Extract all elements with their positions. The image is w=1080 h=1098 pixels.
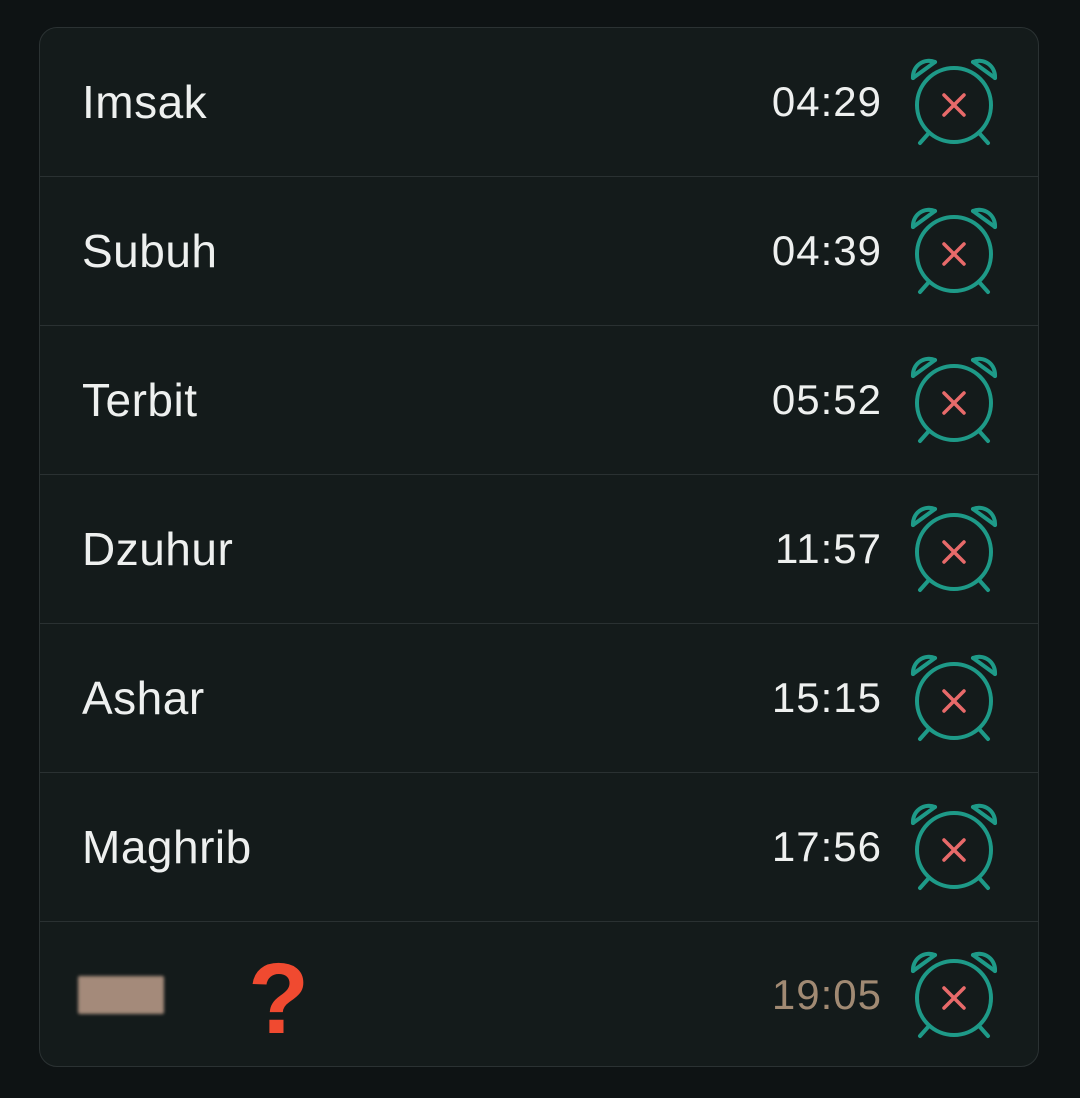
prayer-name: Maghrib xyxy=(82,821,252,873)
prayer-name: Subuh xyxy=(82,225,218,277)
question-mark-annotation: ? xyxy=(248,943,310,1056)
prayer-time: 15:15 xyxy=(771,674,882,721)
alarm-off-icon[interactable] xyxy=(908,354,1000,446)
prayer-row-imsak[interactable]: Imsak 04:29 xyxy=(40,28,1038,177)
alarm-off-icon[interactable] xyxy=(908,205,1000,297)
prayer-row-terbit[interactable]: Terbit 05:52 xyxy=(40,326,1038,475)
prayer-row-maghrib[interactable]: Maghrib 17:56 xyxy=(40,773,1038,922)
alarm-off-icon[interactable] xyxy=(908,503,1000,595)
prayer-time: 05:52 xyxy=(771,376,882,423)
prayer-row-ashar[interactable]: Ashar 15:15 xyxy=(40,624,1038,773)
prayer-time: 04:39 xyxy=(771,227,882,274)
prayer-times-list: Imsak 04:29 Subuh 04:39 Terbit 05:52 Dzu… xyxy=(39,27,1039,1067)
alarm-off-icon[interactable] xyxy=(908,56,1000,148)
prayer-time: 19:05 xyxy=(771,971,882,1018)
alarm-off-icon[interactable] xyxy=(908,801,1000,893)
alarm-off-icon[interactable] xyxy=(908,949,1000,1041)
prayer-row-subuh[interactable]: Subuh 04:39 xyxy=(40,177,1038,326)
redacted-prayer-name xyxy=(78,976,164,1014)
prayer-name: Ashar xyxy=(82,672,205,724)
prayer-time: 17:56 xyxy=(771,823,882,870)
prayer-name: Terbit xyxy=(82,374,198,426)
prayer-row-isya[interactable]: ? 19:05 xyxy=(40,922,1038,1066)
prayer-name: Dzuhur xyxy=(82,523,234,575)
prayer-name: Imsak xyxy=(82,76,208,128)
alarm-off-icon[interactable] xyxy=(908,652,1000,744)
prayer-time: 04:29 xyxy=(771,78,882,125)
prayer-row-dzuhur[interactable]: Dzuhur 11:57 xyxy=(40,475,1038,624)
prayer-time: 11:57 xyxy=(775,525,882,572)
